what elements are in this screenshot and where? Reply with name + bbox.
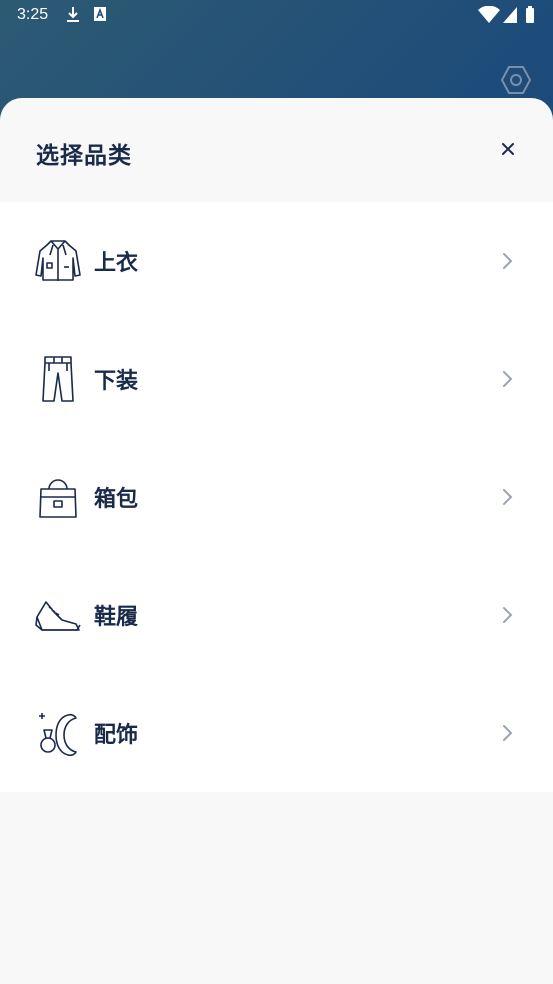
category-item-bottoms[interactable]: 下装 — [0, 320, 553, 438]
chevron-right-icon — [503, 371, 513, 387]
chevron-right-icon — [503, 607, 513, 623]
category-item-shoes[interactable]: 鞋履 — [0, 556, 553, 674]
sheet-header: 选择品类 — [0, 98, 553, 202]
close-icon[interactable] — [499, 140, 517, 158]
settings-icon[interactable] — [500, 64, 532, 96]
keyboard-a-icon — [94, 7, 106, 21]
chevron-right-icon — [503, 253, 513, 269]
category-label: 下装 — [94, 369, 139, 394]
pants-icon — [42, 356, 74, 402]
battery-icon — [526, 6, 534, 23]
wifi-icon — [478, 6, 500, 23]
download-icon — [67, 7, 79, 22]
category-sheet: 选择品类 上衣 下装 箱包 鞋履 配饰 — [0, 98, 553, 984]
category-item-accessories[interactable]: 配饰 — [0, 674, 553, 792]
accessory-icon — [39, 713, 77, 757]
category-item-bags[interactable]: 箱包 — [0, 438, 553, 556]
category-label: 鞋履 — [94, 605, 139, 630]
bag-icon — [39, 479, 77, 518]
category-list: 上衣 下装 箱包 鞋履 配饰 — [0, 202, 553, 792]
status-bar: 3:25 — [0, 0, 553, 32]
category-item-top[interactable]: 上衣 — [0, 202, 553, 320]
category-label: 配饰 — [94, 723, 139, 748]
chevron-right-icon — [503, 489, 513, 505]
category-label: 箱包 — [94, 487, 139, 512]
chevron-right-icon — [503, 725, 513, 741]
category-label: 上衣 — [94, 251, 139, 276]
status-time: 3:25 — [17, 6, 49, 23]
signal-icon — [503, 7, 517, 23]
sheet-title: 选择品类 — [36, 143, 132, 169]
jacket-icon — [35, 240, 81, 281]
shoe-icon — [35, 601, 81, 631]
